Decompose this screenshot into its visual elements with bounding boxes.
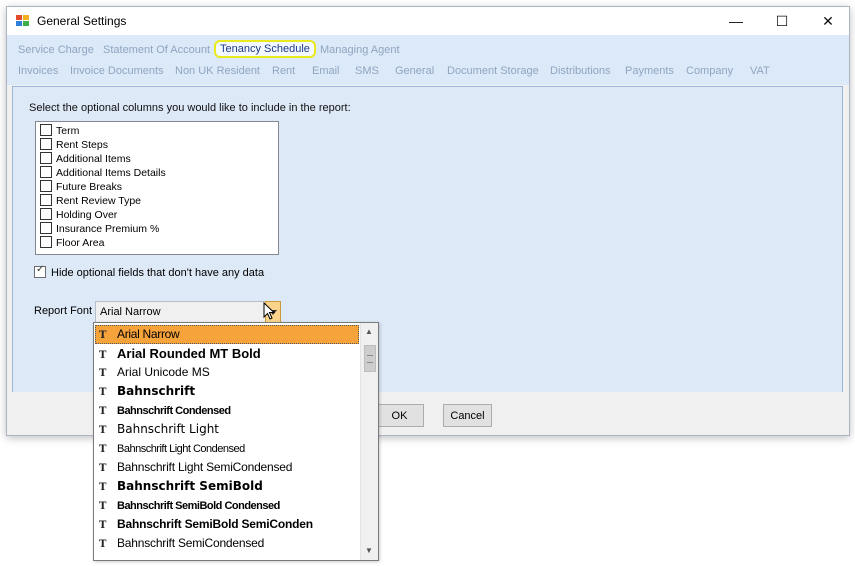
truetype-font-icon: T	[99, 482, 107, 493]
tab-rent[interactable]: Rent	[272, 65, 295, 77]
column-option-floor-area[interactable]: Floor Area	[40, 236, 104, 249]
truetype-font-icon: T	[99, 425, 107, 436]
title-bar[interactable]: General Settings — ☐ ✕	[7, 7, 849, 35]
tab-tenancy-schedule[interactable]: Tenancy Schedule	[214, 40, 316, 58]
cancel-button[interactable]: Cancel	[443, 404, 492, 427]
truetype-font-icon: T	[99, 520, 107, 531]
tab-service-charge[interactable]: Service Charge	[18, 44, 94, 56]
font-option-bahnschrift-light-condensed[interactable]: T Bahnschrift Light Condensed	[95, 439, 359, 458]
maximize-button[interactable]: ☐	[759, 7, 805, 35]
report-font-combobox[interactable]: Arial Narrow	[95, 301, 266, 323]
column-option-insurance-premium[interactable]: Insurance Premium %	[40, 222, 159, 235]
close-icon: ✕	[822, 12, 834, 29]
font-option-arial-unicode-ms[interactable]: T Arial Unicode MS	[95, 363, 359, 382]
window-title: General Settings	[37, 14, 127, 28]
optional-columns-list[interactable]: Term Rent Steps Additional Items Additio…	[35, 121, 279, 255]
checkbox[interactable]	[40, 152, 52, 164]
tab-company[interactable]: Company	[686, 65, 733, 77]
font-option-bahnschrift-semibold-semicondensed[interactable]: T Bahnschrift SemiBold SemiConden	[95, 515, 359, 534]
truetype-font-icon: T	[99, 406, 107, 417]
hide-optional-fields-label: Hide optional fields that don't have any…	[51, 267, 265, 279]
minimize-button[interactable]: —	[713, 7, 759, 35]
columns-instruction: Select the optional columns you would li…	[29, 102, 351, 114]
font-option-bahnschrift[interactable]: T Bahnschrift	[95, 382, 359, 401]
checkbox[interactable]	[40, 236, 52, 248]
tab-payments[interactable]: Payments	[625, 65, 674, 77]
tab-invoice-documents[interactable]: Invoice Documents	[70, 65, 164, 77]
tab-vat[interactable]: VAT	[750, 65, 770, 77]
tab-sms[interactable]: SMS	[355, 65, 379, 77]
truetype-font-icon: T	[99, 387, 107, 398]
tab-invoices[interactable]: Invoices	[18, 65, 58, 77]
checkbox[interactable]	[40, 166, 52, 178]
scroll-down-icon[interactable]: ▼	[365, 546, 373, 555]
font-dropdown-list[interactable]: T Arial Narrow T Arial Rounded MT Bold T Ar…	[93, 322, 379, 561]
scrollbar-thumb[interactable]	[364, 345, 376, 372]
checkbox[interactable]	[40, 124, 52, 136]
tab-statement-of-account[interactable]: Statement Of Account	[103, 44, 210, 56]
tab-non-uk-resident[interactable]: Non UK Resident	[175, 65, 260, 77]
truetype-font-icon: T	[99, 444, 107, 455]
tab-general[interactable]: General	[395, 65, 434, 77]
column-option-future-breaks[interactable]: Future Breaks	[40, 180, 122, 193]
report-font-label: Report Font	[34, 305, 93, 317]
column-option-rent-review-type[interactable]: Rent Review Type	[40, 194, 141, 207]
minimize-icon: —	[729, 13, 743, 29]
mouse-cursor-icon	[263, 302, 276, 320]
tab-distributions[interactable]: Distributions	[550, 65, 611, 77]
checkbox[interactable]	[40, 222, 52, 234]
checkbox[interactable]	[40, 208, 52, 220]
font-options: T Arial Narrow T Arial Rounded MT Bold T Ar…	[94, 323, 360, 560]
scroll-up-icon[interactable]: ▲	[365, 327, 373, 336]
font-option-arial-rounded-mt-bold[interactable]: T Arial Rounded MT Bold	[95, 344, 359, 363]
close-button[interactable]: ✕	[805, 7, 851, 35]
column-option-rent-steps[interactable]: Rent Steps	[40, 138, 108, 151]
dropdown-scrollbar[interactable]: ▲ ▼	[360, 323, 378, 560]
font-option-arial-narrow[interactable]: T Arial Narrow	[95, 325, 359, 344]
tab-strip	[7, 35, 849, 85]
truetype-font-icon: T	[99, 368, 107, 379]
font-option-bahnschrift-light[interactable]: T Bahnschrift Light	[95, 420, 359, 439]
font-option-bahnschrift-semibold[interactable]: T Bahnschrift SemiBold	[95, 477, 359, 496]
truetype-font-icon: T	[99, 350, 107, 361]
report-font-value: Arial Narrow	[100, 306, 161, 318]
truetype-font-icon: T	[99, 539, 107, 550]
truetype-font-icon: T	[99, 463, 107, 474]
checkbox[interactable]	[40, 194, 52, 206]
tab-managing-agent[interactable]: Managing Agent	[320, 44, 400, 56]
font-option-bahnschrift-semicondensed[interactable]: T Bahnschrift SemiCondensed	[95, 534, 359, 553]
font-option-bahnschrift-condensed[interactable]: T Bahnschrift Condensed	[95, 401, 359, 420]
column-option-additional-items[interactable]: Additional Items	[40, 152, 131, 165]
hide-optional-fields-checkbox[interactable]	[34, 264, 46, 278]
column-option-additional-items-details[interactable]: Additional Items Details	[40, 166, 166, 179]
app-icon	[16, 15, 29, 26]
hide-optional-fields-option[interactable]: Hide optional fields that don't have any…	[34, 264, 265, 279]
font-option-bahnschrift-light-semicondensed[interactable]: T Bahnschrift Light SemiCondensed	[95, 458, 359, 477]
checkbox[interactable]	[40, 138, 52, 150]
maximize-icon: ☐	[775, 12, 789, 29]
tab-document-storage[interactable]: Document Storage	[447, 65, 539, 77]
checkbox[interactable]	[40, 180, 52, 192]
truetype-font-icon: T	[99, 501, 107, 512]
column-option-term[interactable]: Term	[40, 124, 79, 137]
font-option-bahnschrift-semibold-condensed[interactable]: T Bahnschrift SemiBold Condensed	[95, 496, 359, 515]
column-option-holding-over[interactable]: Holding Over	[40, 208, 117, 221]
truetype-font-icon: T	[99, 330, 107, 341]
ok-button[interactable]: OK	[375, 404, 424, 427]
tab-email[interactable]: Email	[312, 65, 340, 77]
